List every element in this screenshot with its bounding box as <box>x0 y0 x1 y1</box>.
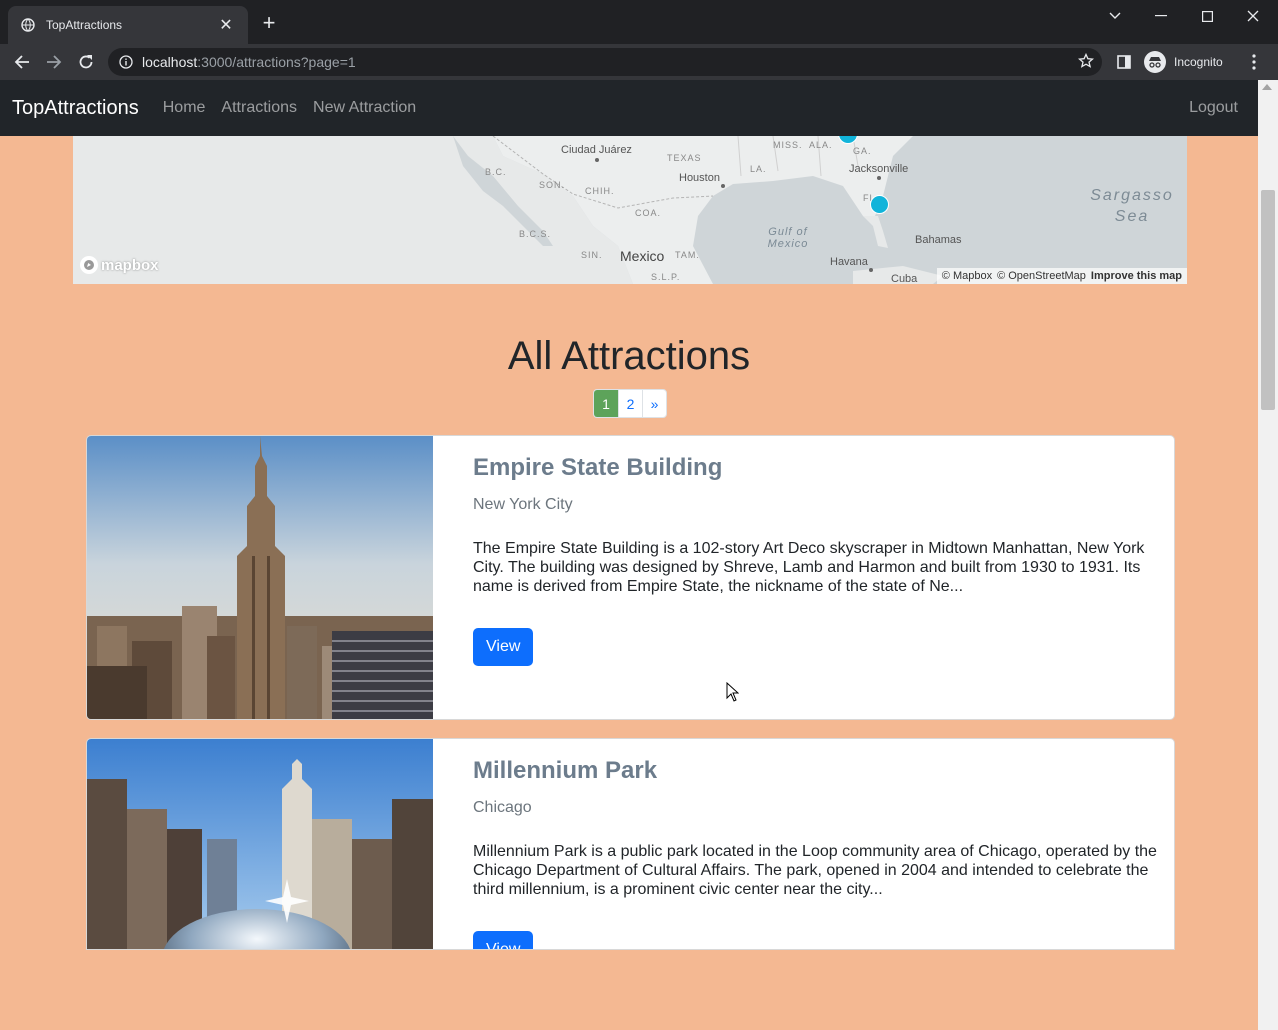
site-info-icon[interactable] <box>118 54 134 70</box>
attribution-mapbox-link[interactable]: © Mapbox <box>942 270 992 282</box>
map-label-bc: B.C. <box>485 167 507 177</box>
map-label-ala: ALA. <box>809 140 833 150</box>
map-label-mexico: Mexico <box>620 248 665 264</box>
map-label-slp: S.L.P. <box>651 272 681 282</box>
view-attraction-button[interactable]: View <box>473 931 534 949</box>
incognito-label: Incognito <box>1174 55 1223 69</box>
view-attraction-button[interactable]: View <box>473 628 534 666</box>
map-label-gulf-of-mexico: Gulf of Mexico <box>767 226 809 250</box>
attraction-card-body: Millennium Park Chicago Millennium Park … <box>473 757 1163 949</box>
map-label-ciudad-juarez: Ciudad Juárez <box>561 144 632 156</box>
globe-icon <box>20 17 36 33</box>
site-navbar: TopAttractions Home Attractions New Attr… <box>0 80 1258 136</box>
attraction-image-millennium-park <box>87 739 433 949</box>
page-link-next[interactable]: » <box>642 390 666 417</box>
attraction-title: Millennium Park <box>473 757 658 784</box>
incognito-icon <box>1144 51 1166 73</box>
attraction-card-body: Empire State Building New York City The … <box>473 454 1163 666</box>
map-label-chih: CHIH. <box>585 186 615 196</box>
incognito-indicator[interactable]: Incognito <box>1144 48 1223 76</box>
page-link-2[interactable]: 2 <box>618 390 642 417</box>
mapbox-logo[interactable]: mapbox <box>80 256 159 274</box>
pagination: 1 2 » <box>593 389 667 418</box>
map-label-jacksonville: Jacksonville <box>849 163 909 175</box>
tab-title: TopAttractions <box>46 18 123 32</box>
navbar-brand[interactable]: TopAttractions <box>12 97 139 120</box>
maximize-icon[interactable] <box>1184 0 1230 32</box>
attraction-card: Empire State Building New York City The … <box>86 435 1175 720</box>
improve-map-link[interactable]: Improve this map <box>1091 270 1182 282</box>
mapbox-logo-icon <box>80 256 98 274</box>
new-tab-button[interactable]: + <box>258 12 280 34</box>
browser-tabstrip: TopAttractions ✕ + <box>0 0 1278 44</box>
back-arrow-icon[interactable] <box>10 50 34 74</box>
window-close-icon[interactable] <box>1230 0 1276 32</box>
url-text: localhost:3000/attractions?page=1 <box>142 54 356 70</box>
scroll-thumb[interactable] <box>1261 190 1275 410</box>
map-label-havana: Havana <box>830 256 868 268</box>
map-label-cuba: Cuba <box>891 273 918 284</box>
side-panel-icon[interactable] <box>1112 50 1136 74</box>
attraction-description: The Empire State Building is a 102-story… <box>473 540 1145 595</box>
cluster-map[interactable]: Ciudad Juárez TEXAS MISS. ALA. GA. Jacks… <box>73 136 1187 284</box>
attraction-title: Empire State Building <box>473 454 723 481</box>
attraction-location: Chicago <box>473 799 532 816</box>
mapbox-logo-text: mapbox <box>101 256 159 274</box>
bookmark-star-icon[interactable] <box>1077 52 1095 74</box>
map-label-miss: MISS. <box>773 140 803 150</box>
attraction-location: New York City <box>473 496 573 513</box>
scroll-up-arrow-icon[interactable] <box>1262 84 1272 90</box>
nav-link-attractions[interactable]: Attractions <box>221 99 297 117</box>
attribution-osm-link[interactable]: © OpenStreetMap <box>997 270 1086 282</box>
map-label-bcs: B.C.S. <box>519 229 552 239</box>
map-label-sargasso-sea: Sargasso Sea <box>1090 187 1174 225</box>
map-attribution: © Mapbox © OpenStreetMap Improve this ma… <box>936 268 1187 284</box>
tab-search-icon[interactable] <box>1092 0 1138 32</box>
page-title: All Attractions <box>507 334 751 378</box>
attraction-description: Millennium Park is a public park located… <box>473 843 1157 898</box>
map-label-texas: TEXAS <box>667 153 702 163</box>
forward-arrow-icon[interactable] <box>42 50 66 74</box>
browser-toolbar: localhost:3000/attractions?page=1 Incogn… <box>0 44 1278 80</box>
logout-link[interactable]: Logout <box>1189 99 1238 117</box>
nav-link-home[interactable]: Home <box>163 99 206 117</box>
attraction-image-empire-state <box>87 436 433 719</box>
map-label-la: LA. <box>750 164 767 174</box>
page-link-1[interactable]: 1 <box>594 390 618 417</box>
url-host: localhost <box>142 54 198 70</box>
minimize-icon[interactable] <box>1138 0 1184 32</box>
map-label-tam: TAM. <box>675 250 700 260</box>
attraction-card: Millennium Park Chicago Millennium Park … <box>86 738 1175 950</box>
reload-icon[interactable] <box>74 50 98 74</box>
close-tab-icon[interactable]: ✕ <box>216 15 236 35</box>
page-scrollbar[interactable] <box>1258 80 1278 1030</box>
browser-tab[interactable]: TopAttractions ✕ <box>8 6 248 44</box>
map-label-houston: Houston <box>679 172 720 184</box>
nav-link-new-attraction[interactable]: New Attraction <box>313 99 416 117</box>
browser-menu-icon[interactable] <box>1242 50 1266 74</box>
map-point-marker[interactable] <box>870 195 889 214</box>
map-label-sin: SIN. <box>581 250 603 260</box>
url-path: :3000/attractions?page=1 <box>197 54 356 70</box>
map-label-ga: GA. <box>853 146 872 156</box>
map-label-son: SON. <box>539 180 566 190</box>
map-label-coa: COA. <box>635 208 662 218</box>
map-label-bahamas: Bahamas <box>915 234 962 246</box>
mouse-cursor-icon <box>726 681 740 707</box>
address-bar[interactable]: localhost:3000/attractions?page=1 <box>108 48 1102 76</box>
